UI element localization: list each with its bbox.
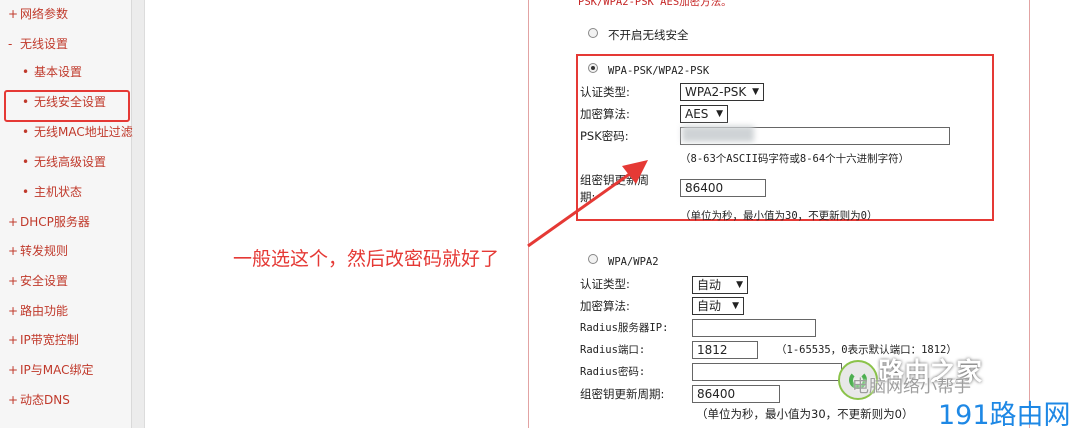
sidebar-item-marker: +: [8, 215, 19, 229]
sidebar-item-marker: +: [8, 244, 19, 258]
sidebar-item-marker: +: [8, 363, 19, 377]
sidebar-item-label: DHCP服务器: [20, 215, 90, 229]
sidebar-item[interactable]: • 无线高级设置: [22, 151, 106, 173]
sidebar-item-marker: +: [8, 333, 19, 347]
sidebar-item-label: 无线高级设置: [34, 155, 107, 169]
sidebar-item-label: 主机状态: [34, 185, 83, 199]
sidebar-item-label: 无线设置: [20, 37, 69, 51]
sidebar-item-marker: +: [8, 393, 19, 407]
sidebar-item-label: 路由功能: [20, 304, 69, 318]
sidebar-item-marker: •: [22, 155, 30, 169]
sidebar-item-label: IP与MAC绑定: [20, 363, 94, 377]
sidebar-item-label: 转发规则: [20, 244, 69, 258]
sidebar-item[interactable]: + IP与MAC绑定: [8, 359, 94, 381]
sidebar-item-label: 安全设置: [20, 274, 69, 288]
sidebar-item-label: 无线MAC地址过滤: [34, 125, 133, 139]
sidebar-item-marker: •: [22, 95, 30, 109]
sidebar-item-label: 基本设置: [34, 65, 83, 79]
sidebar-item[interactable]: • 基本设置: [22, 61, 82, 83]
sidebar-item[interactable]: + DHCP服务器: [8, 211, 90, 233]
sidebar-item[interactable]: + 转发规则: [8, 240, 68, 262]
annotation-arrow-icon: [527, 160, 648, 248]
sidebar-item[interactable]: - 无线设置: [8, 33, 68, 55]
sidebar-item-label: IP带宽控制: [20, 333, 79, 347]
sidebar-item-marker: •: [22, 65, 30, 79]
sidebar-item[interactable]: + IP带宽控制: [8, 329, 79, 351]
sidebar-item[interactable]: + 路由功能: [8, 300, 68, 322]
sidebar-item[interactable]: • 无线安全设置: [22, 91, 106, 113]
watermark-line3: 191路由网: [938, 400, 1071, 431]
sidebar-item-marker: +: [8, 304, 19, 318]
sidebar-item[interactable]: • 无线MAC地址过滤: [22, 121, 133, 143]
sidebar-item[interactable]: • 主机状态: [22, 181, 82, 203]
sidebar-item[interactable]: + 网络参数: [8, 3, 68, 25]
sidebar-item-label: 动态DNS: [20, 393, 70, 407]
sidebar-item[interactable]: + 安全设置: [8, 270, 68, 292]
sidebar-item-label: 网络参数: [20, 7, 69, 21]
sidebar-item-marker: +: [8, 274, 19, 288]
sidebar-item[interactable]: + 动态DNS: [8, 389, 70, 411]
sidebar-item-marker: •: [22, 125, 30, 139]
sidebar-item-marker: -: [8, 37, 13, 51]
sidebar-item-marker: •: [22, 185, 30, 199]
sidebar-item-label: 无线安全设置: [34, 95, 107, 109]
sidebar-item-marker: +: [8, 7, 19, 21]
